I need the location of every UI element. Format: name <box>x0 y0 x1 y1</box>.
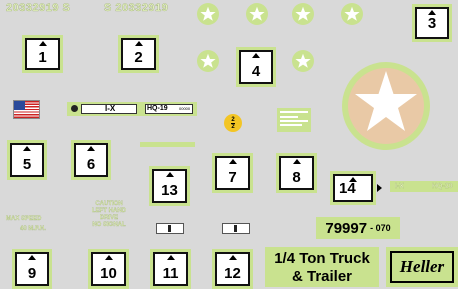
decal-2: 2 <box>118 35 159 73</box>
decal-8: 8 <box>276 153 317 193</box>
decal-9: 9 <box>12 249 52 289</box>
decal-13: 13 <box>149 166 190 206</box>
decal-5: 5 <box>7 140 47 180</box>
star-icon <box>292 3 314 25</box>
heller-logo: Heller <box>386 247 458 287</box>
decal-7: 7 <box>212 153 253 193</box>
decal-3: 3 <box>412 4 452 42</box>
star-roundel <box>340 51 432 161</box>
small-plate <box>222 223 250 234</box>
star-icon <box>197 3 219 25</box>
thin-stripe <box>140 142 195 147</box>
decal-14: 14 <box>330 171 376 205</box>
kit-title: 1/4 Ton Truck & Trailer <box>265 247 379 287</box>
decal-4: 4 <box>236 47 276 87</box>
sign-max-speed: MAX SPEED 40 M.P.H. <box>6 216 46 232</box>
arrow-right-icon <box>377 184 382 192</box>
registration-right: S 20332919 <box>104 2 169 14</box>
registration-left: 20332919 S <box>6 2 71 14</box>
fraction-disc: 22 <box>224 114 242 132</box>
decal-12: 12 <box>212 249 253 289</box>
product-code: 79997 - 070 <box>316 217 400 239</box>
star-icon <box>246 3 268 25</box>
star-icon <box>341 3 363 25</box>
stencil-block <box>277 108 311 132</box>
decal-10: 10 <box>88 249 129 289</box>
star-icon <box>197 50 219 72</box>
decal-11: 11 <box>150 249 191 289</box>
decal-6: 6 <box>71 140 111 180</box>
decal-1: 1 <box>22 35 63 73</box>
bumper-band: I-X HQ-19 00000 <box>67 102 197 116</box>
us-flag-icon <box>13 100 40 119</box>
registration-panel: I-X HQ-20 <box>390 181 458 192</box>
small-plate <box>156 223 184 234</box>
star-icon <box>292 50 314 72</box>
sign-caution: CAUTION LEFT HAND DRIVE NO SIGNAL <box>92 201 126 228</box>
